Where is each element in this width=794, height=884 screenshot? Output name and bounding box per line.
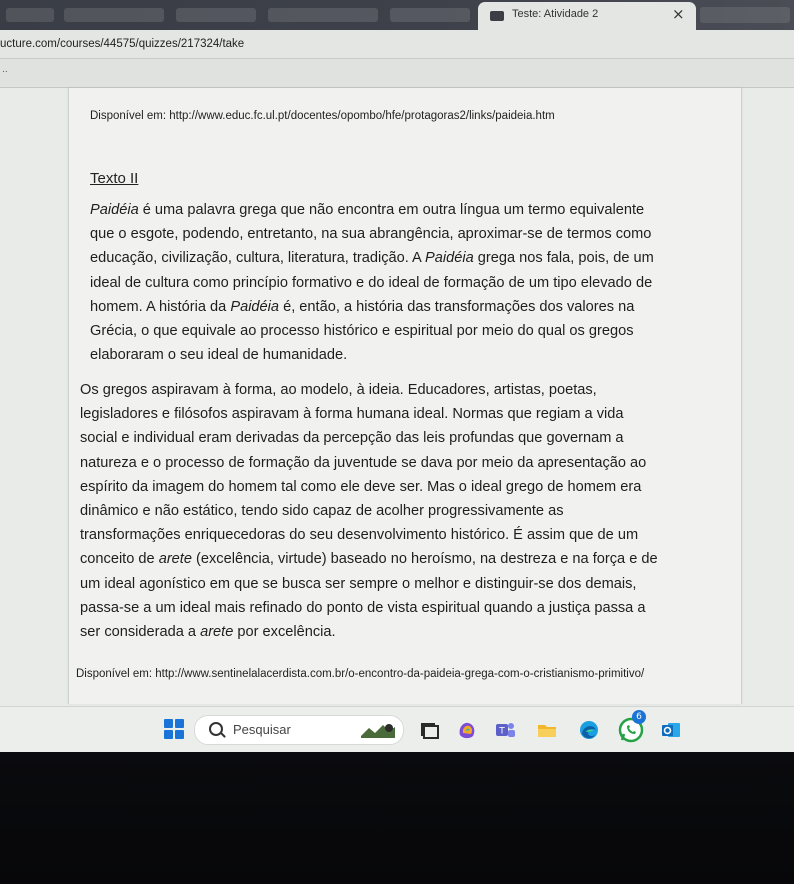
search-label: Pesquisar: [233, 722, 291, 737]
file-explorer-icon[interactable]: [536, 719, 558, 741]
section-heading: Texto II: [90, 170, 139, 187]
url-text[interactable]: ucture.com/courses/44575/quizzes/217324/…: [0, 38, 244, 50]
text-line: ser considerada a arete por excelência.: [80, 624, 336, 641]
teams-icon[interactable]: T: [494, 719, 516, 741]
browser-window: Teste: Atividade 2 × ucture.com/courses/…: [0, 0, 794, 752]
text-line: homem. A história da Paidéia é, então, a…: [90, 298, 635, 315]
monitor-icon: [490, 11, 504, 21]
blurred-tab[interactable]: [390, 8, 470, 22]
text-line: ideal de cultura como princípio formativ…: [90, 274, 653, 291]
text-line: transformações enriquecedoras do seu des…: [80, 527, 639, 544]
notification-badge: 6: [632, 710, 646, 724]
text-line: natureza e o processo de formação da juv…: [80, 454, 647, 471]
search-highlight-icon: [361, 724, 395, 738]
text-line: educação, civilização, cultura, literatu…: [90, 250, 654, 267]
blurred-tab[interactable]: [176, 8, 256, 22]
tab-strip: Teste: Atividade 2 ×: [0, 0, 794, 30]
task-view-icon[interactable]: [418, 719, 440, 741]
bookmarks-bar: ..: [0, 59, 794, 88]
text-line: um ideal agonístico em que se busca ser …: [80, 575, 637, 592]
tab-active[interactable]: Teste: Atividade 2 ×: [478, 2, 696, 30]
source-citation-2: Disponível em: http://www.sentinelalacer…: [76, 668, 645, 680]
tab-title: Teste: Atividade 2: [512, 8, 599, 20]
text-line: que o esgote, podendo, entretanto, na su…: [90, 226, 652, 243]
blurred-tab[interactable]: [64, 8, 164, 22]
source-citation-1: Disponível em: http://www.educ.fc.ul.pt/…: [90, 110, 555, 122]
outlook-icon[interactable]: [660, 719, 682, 741]
taskbar: Pesquisar T: [0, 706, 794, 752]
quiz-content: Disponível em: http://www.educ.fc.ul.pt/…: [68, 88, 742, 704]
blurred-tab[interactable]: [268, 8, 378, 22]
monitor-bezel: [0, 752, 794, 884]
windows-start-icon[interactable]: [164, 719, 184, 739]
close-icon[interactable]: ×: [672, 5, 685, 23]
text-line: conceito de arete (excelência, virtude) …: [80, 551, 658, 568]
text-line: dinâmico e não estático, tendo sido capa…: [80, 503, 564, 520]
blurred-tab[interactable]: [6, 8, 54, 22]
bookmarks-overflow[interactable]: ..: [2, 65, 8, 75]
text-line: elaboraram o seu ideal de humanidade.: [90, 347, 348, 364]
svg-text:T: T: [498, 727, 505, 737]
paragraph-2: Os gregos aspiravam à forma, ao modelo, …: [80, 378, 658, 644]
taskbar-search[interactable]: Pesquisar: [194, 715, 404, 745]
text-line: social e individual eram derivadas da pe…: [80, 430, 624, 447]
text-line: Paidéia é uma palavra grega que não enco…: [90, 202, 645, 218]
blurred-tab[interactable]: [700, 7, 790, 23]
search-icon: [209, 722, 223, 736]
text-line: Grécia, o que equivale ao processo histó…: [90, 323, 634, 340]
address-bar[interactable]: ucture.com/courses/44575/quizzes/217324/…: [0, 30, 794, 59]
text-line: espírito da imagem do homem tal como ele…: [80, 478, 642, 495]
text-line: legisladores e filósofos aspiravam à for…: [80, 406, 624, 423]
text-line: passa-se a um ideal mais refinado do pon…: [80, 599, 646, 616]
copilot-icon[interactable]: [456, 719, 478, 741]
paragraph-1: Paidéia é uma palavra grega que não enco…: [90, 198, 654, 367]
text-line: Os gregos aspiravam à forma, ao modelo, …: [80, 382, 597, 398]
edge-icon[interactable]: [578, 719, 600, 741]
